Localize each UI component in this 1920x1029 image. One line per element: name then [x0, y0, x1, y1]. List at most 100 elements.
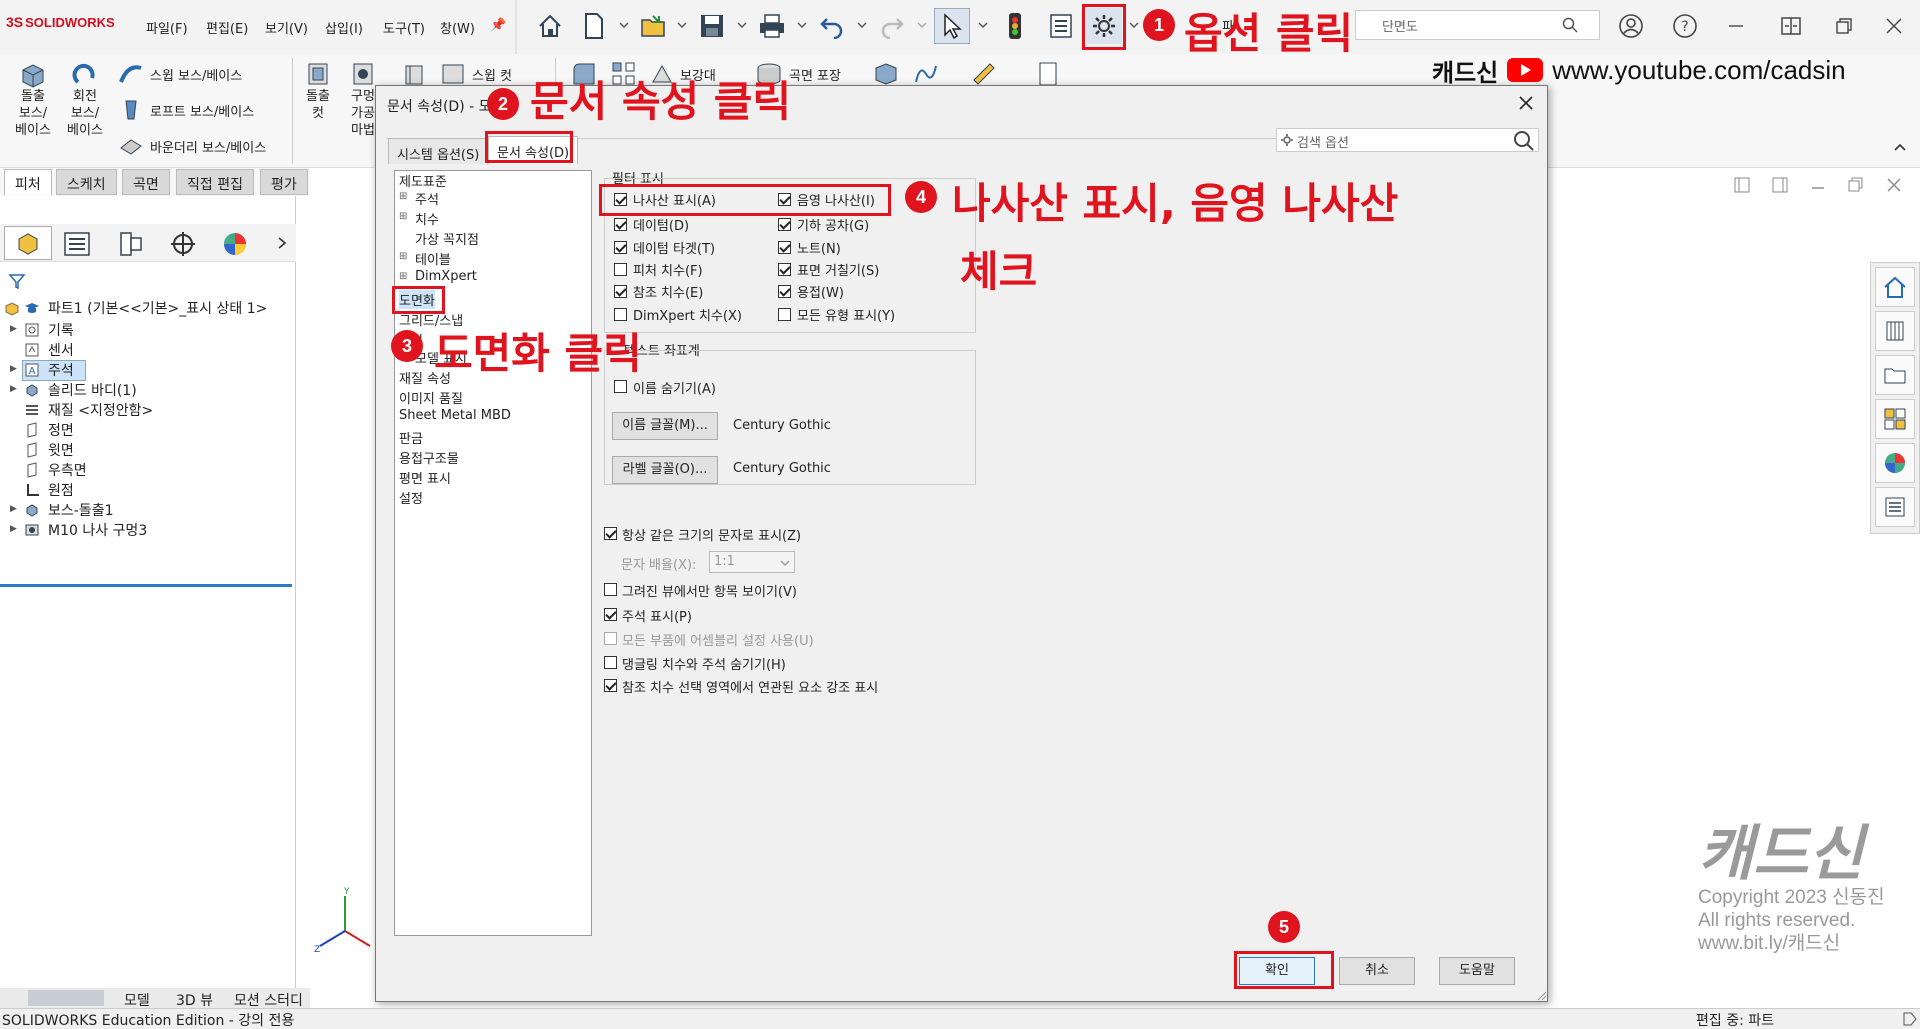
rebuild-traffic-light-icon[interactable]	[997, 8, 1033, 44]
tree-dimensions[interactable]: 치수	[415, 209, 439, 228]
property-manager-tab[interactable]	[62, 230, 92, 258]
checkbox-geometric-tolerances[interactable]	[778, 218, 791, 231]
dimxpert-manager-tab[interactable]	[168, 230, 198, 258]
file-properties-icon[interactable]	[1043, 8, 1079, 44]
minimize-icon[interactable]	[1718, 8, 1754, 44]
cancel-button[interactable]: 취소	[1339, 957, 1415, 985]
home-icon[interactable]	[532, 8, 568, 44]
tree-item-sensors[interactable]: 센서	[48, 340, 74, 360]
boundary-boss-button[interactable]: 바운더리 보스/베이스	[118, 134, 266, 158]
scan-button[interactable]	[1036, 60, 1064, 88]
expand-plus-icon[interactable]: ⊞	[399, 271, 407, 282]
expand-plus-icon[interactable]: ⊞	[399, 251, 407, 262]
expand-arrow-icon[interactable]: ▶	[10, 504, 17, 514]
redo-icon[interactable]	[874, 8, 910, 44]
checkbox-welds[interactable]	[778, 285, 791, 298]
checkbox-surface-finish[interactable]	[778, 263, 791, 276]
options-search-box[interactable]: 검색 옵션	[1276, 128, 1539, 152]
tree-sheet-metal[interactable]: 판금	[399, 428, 423, 447]
revolved-boss-button[interactable]: 회전 보스/ 베이스	[62, 60, 108, 139]
undo-icon[interactable]	[814, 8, 850, 44]
appearances-icon[interactable]	[1875, 443, 1915, 483]
tree-tables[interactable]: 테이블	[415, 249, 451, 268]
display-manager-tab[interactable]	[220, 230, 250, 258]
search-icon[interactable]	[1513, 130, 1535, 152]
tree-item-top-plane[interactable]: 윗면	[48, 440, 74, 460]
tree-drafting-standard[interactable]: 제도표준	[399, 171, 447, 190]
tree-item-solid-bodies[interactable]: 솔리드 바디(1)	[48, 380, 137, 400]
configuration-manager-tab[interactable]	[116, 230, 146, 258]
checkbox-feature-dimensions[interactable]	[614, 263, 627, 276]
expand-arrow-icon[interactable]: ▶	[10, 524, 17, 534]
tab-sketch[interactable]: 스케치	[56, 169, 117, 195]
tree-annotations[interactable]: 주석	[415, 189, 439, 208]
tree-item-front-plane[interactable]: 정면	[48, 420, 74, 440]
new-document-icon[interactable]	[576, 8, 612, 44]
instant3d-button[interactable]	[970, 60, 998, 88]
checkbox-items-visible-in-view[interactable]	[604, 583, 617, 596]
task-pane-home-icon[interactable]	[1875, 267, 1915, 307]
open-folder-icon[interactable]	[636, 8, 672, 44]
checkbox-same-size-text[interactable]	[604, 527, 617, 540]
lofted-boss-button[interactable]: 로프트 보스/베이스	[118, 98, 254, 122]
restore-icon[interactable]	[1826, 8, 1862, 44]
extruded-boss-button[interactable]: 돌출 보스/ 베이스	[10, 60, 56, 139]
chevron-down-icon[interactable]	[917, 20, 927, 30]
revolved-cut-button[interactable]	[400, 60, 428, 88]
tab-evaluate[interactable]: 평가	[260, 169, 308, 195]
custom-properties-icon[interactable]	[1875, 487, 1915, 527]
chevron-down-icon[interactable]	[677, 20, 687, 30]
close-icon[interactable]	[1876, 8, 1912, 44]
expand-arrow-icon[interactable]: ▶	[10, 324, 17, 334]
view-palette-icon[interactable]	[1875, 399, 1915, 439]
expand-arrow-icon[interactable]: ▶	[10, 384, 17, 394]
tree-configurations[interactable]: 설정	[399, 488, 423, 507]
tree-image-quality[interactable]: 이미지 품질	[399, 388, 463, 407]
help-icon[interactable]: ?	[1667, 8, 1703, 44]
tree-item-material[interactable]: 재질 <지정안함>	[48, 400, 153, 420]
tree-virtual-sharps[interactable]: 가상 꼭지점	[415, 229, 479, 248]
text-scale-select[interactable]: 1:1	[709, 551, 795, 573]
checkbox-notes[interactable]	[778, 241, 791, 254]
minimize-icon[interactable]	[1809, 176, 1827, 194]
tab-direct-editing[interactable]: 직접 편집	[176, 169, 254, 195]
filter-icon[interactable]	[8, 272, 26, 290]
dialog-close-icon[interactable]	[1517, 94, 1535, 112]
checkbox-highlight-associated[interactable]	[604, 679, 617, 692]
search-box[interactable]: 단면도	[1355, 10, 1600, 40]
resize-grip-icon[interactable]	[1535, 989, 1547, 1001]
tab-scroll-arrows[interactable]	[28, 990, 104, 1006]
tab-surfaces[interactable]: 곡면	[122, 169, 170, 195]
design-library-icon[interactable]	[1875, 311, 1915, 351]
tag-icon[interactable]	[1902, 1011, 1918, 1027]
menu-tools[interactable]: 도구(T)	[383, 18, 425, 37]
menu-window[interactable]: 창(W)	[440, 18, 475, 37]
chevron-down-icon[interactable]	[978, 20, 988, 30]
expand-plus-icon[interactable]: ⊞	[399, 211, 407, 222]
menu-edit[interactable]: 편집(E)	[206, 18, 248, 37]
tree-item-annotations[interactable]: 주석	[48, 360, 74, 380]
print-icon[interactable]	[754, 8, 790, 44]
tab-model[interactable]: 모델	[124, 990, 150, 1010]
swept-boss-button[interactable]: 스윕 보스/베이스	[118, 62, 242, 86]
swept-cut-button[interactable]: 스윕 컷	[440, 62, 512, 86]
solidworks-logo[interactable]: 3S SOLIDWORKS	[6, 14, 115, 30]
tree-item-origin[interactable]: 원점	[48, 480, 74, 500]
tree-sheet-metal-mbd[interactable]: Sheet Metal MBD	[399, 408, 511, 423]
chevron-down-icon[interactable]	[1129, 20, 1139, 30]
help-button[interactable]: 도움말	[1439, 957, 1515, 985]
tree-plane-display[interactable]: 평면 표시	[399, 468, 451, 487]
checkbox-reference-dimensions[interactable]	[614, 285, 627, 298]
panel-right-icon[interactable]	[1771, 176, 1789, 194]
tree-dimxpert[interactable]: DimXpert	[415, 269, 477, 284]
dual-window-icon[interactable]	[1773, 8, 1809, 44]
checkbox-hide-names[interactable]	[614, 380, 627, 393]
checkbox-assembly-settings[interactable]	[604, 632, 617, 645]
tree-root-part[interactable]: 파트1 (기본<<기본>_표시 상태 1>	[48, 298, 292, 318]
chevron-down-icon[interactable]	[797, 20, 807, 30]
checkbox-display-all-types[interactable]	[778, 308, 791, 321]
tab-features[interactable]: 피처	[4, 169, 52, 195]
tree-item-m10-tapped-hole[interactable]: M10 나사 구멍3	[48, 520, 147, 540]
save-icon[interactable]	[694, 8, 730, 44]
chevron-down-icon[interactable]	[737, 20, 747, 30]
